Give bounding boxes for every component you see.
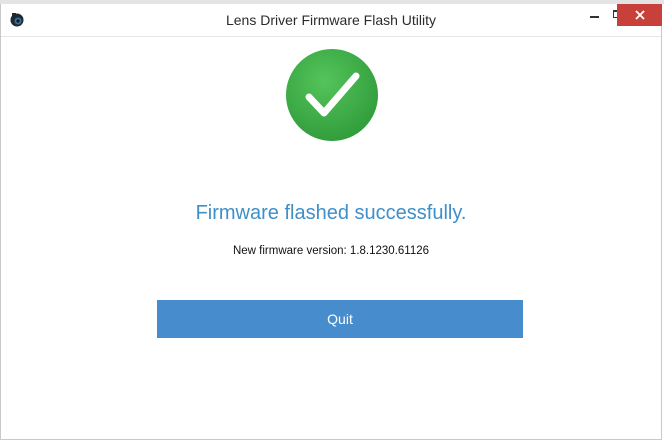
- close-icon: [634, 10, 645, 20]
- success-message: Firmware flashed successfully.: [195, 202, 467, 224]
- window-title: Lens Driver Firmware Flash Utility: [225, 12, 437, 28]
- title-bar[interactable]: Lens Driver Firmware Flash Utility: [1, 4, 662, 37]
- minimize-icon: [590, 16, 599, 18]
- app-window: Lens Driver Firmware Flash Utility Firmw…: [0, 4, 662, 440]
- checkmark-circle-icon: [286, 49, 378, 141]
- quit-button[interactable]: Quit: [157, 300, 523, 338]
- firmware-version-text: New firmware version: 1.8.1230.61126: [232, 245, 430, 257]
- content-area: Firmware flashed successfully. New firmw…: [1, 37, 661, 439]
- close-button[interactable]: [617, 4, 662, 26]
